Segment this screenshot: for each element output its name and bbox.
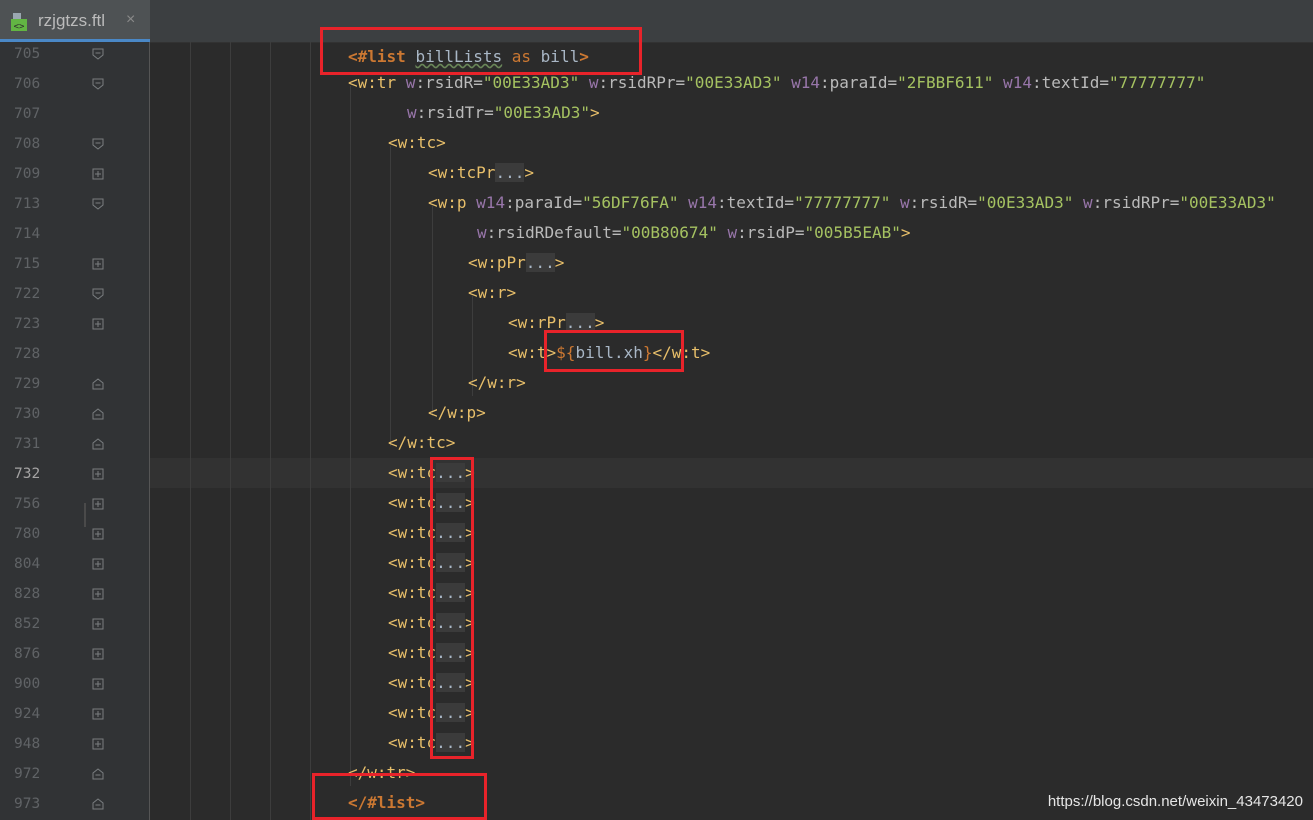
line-number: 852	[14, 616, 41, 632]
highlight-box-bill-xh	[544, 330, 684, 372]
fold-collapse-icon[interactable]	[92, 288, 104, 300]
code-line-729[interactable]: </w:r>	[468, 368, 526, 398]
indent-guide	[310, 42, 311, 820]
line-number: 715	[14, 256, 41, 272]
fold-expand-icon[interactable]	[92, 258, 104, 270]
line-number: 714	[14, 226, 41, 242]
fold-collapse-icon[interactable]	[92, 768, 104, 780]
line-number: 756	[14, 496, 41, 512]
line-number: 706	[14, 76, 41, 92]
line-number: 728	[14, 346, 41, 362]
current-line-highlight	[150, 458, 1313, 488]
code-line-715[interactable]: <w:pPr...>	[468, 248, 564, 278]
line-number: 973	[14, 796, 41, 812]
line-number: 722	[14, 286, 41, 302]
code-line-708[interactable]: <w:tc>	[388, 128, 446, 158]
current-line-marker	[84, 503, 86, 527]
fold-expand-icon[interactable]	[92, 738, 104, 750]
tab-filename: rzjgtzs.ftl	[38, 11, 106, 30]
code-line-722[interactable]: <w:r>	[468, 278, 516, 308]
line-number: 876	[14, 646, 41, 662]
fold-expand-icon[interactable]	[92, 618, 104, 630]
fold-collapse-icon[interactable]	[92, 378, 104, 390]
line-number: 705	[14, 46, 41, 62]
highlight-box-collapsed-cells	[430, 457, 474, 759]
fold-expand-icon[interactable]	[92, 648, 104, 660]
line-number: 732	[14, 466, 41, 482]
code-line-713[interactable]: <w:p w14:paraId="56DF76FA" w14:textId="7…	[428, 188, 1276, 218]
fold-expand-icon[interactable]	[92, 168, 104, 180]
line-number: 707	[14, 106, 41, 122]
line-number-gutter[interactable]: 705 706 707 708 709 713 714 715 722 723 728 729 730 7…	[0, 42, 150, 820]
line-number: 972	[14, 766, 41, 782]
fold-expand-icon[interactable]	[92, 468, 104, 480]
fold-collapse-icon[interactable]	[92, 798, 104, 810]
line-number: 729	[14, 376, 41, 392]
line-number: 709	[14, 166, 41, 182]
line-number: 828	[14, 586, 41, 602]
indent-guide	[390, 146, 391, 446]
fold-expand-icon[interactable]	[92, 528, 104, 540]
indent-guide	[270, 42, 271, 820]
fold-expand-icon[interactable]	[92, 558, 104, 570]
code-line-714[interactable]: w:rsidRDefault="00B80674" w:rsidP="005B5…	[477, 218, 911, 248]
watermark: https://blog.csdn.net/weixin_43473420	[1047, 793, 1303, 810]
fold-collapse-icon[interactable]	[92, 48, 104, 60]
indent-guide	[350, 86, 351, 786]
fold-collapse-icon[interactable]	[92, 78, 104, 90]
fold-expand-icon[interactable]	[92, 588, 104, 600]
code-line-730[interactable]: </w:p>	[428, 398, 486, 428]
line-number: 900	[14, 676, 41, 692]
tab-rzjgtzs-ftl[interactable]: <> rzjgtzs.ftl ×	[0, 0, 150, 42]
editor-tab-bar: <> rzjgtzs.ftl ×	[0, 0, 1313, 43]
line-number: 730	[14, 406, 41, 422]
line-number: 723	[14, 316, 41, 332]
line-number: 780	[14, 526, 41, 542]
fold-collapse-icon[interactable]	[92, 408, 104, 420]
fold-collapse-icon[interactable]	[92, 438, 104, 450]
line-number: 924	[14, 706, 41, 722]
highlight-box-list-open	[320, 27, 642, 75]
highlight-box-list-close	[312, 773, 487, 820]
code-editor[interactable]: <#list billLists as bill> <w:tr w:rsidR=…	[150, 42, 1313, 820]
line-number: 708	[14, 136, 41, 152]
indent-guide	[432, 206, 433, 416]
indent-guide	[230, 42, 231, 820]
ftl-file-icon: <>	[11, 13, 27, 32]
line-number: 948	[14, 736, 41, 752]
close-icon[interactable]: ×	[126, 11, 135, 29]
line-number: 713	[14, 196, 41, 212]
code-line-731[interactable]: </w:tc>	[388, 428, 455, 458]
fold-collapse-icon[interactable]	[92, 198, 104, 210]
line-number: 804	[14, 556, 41, 572]
code-line-709[interactable]: <w:tcPr...>	[428, 158, 534, 188]
fold-expand-icon[interactable]	[92, 498, 104, 510]
line-number: 731	[14, 436, 41, 452]
svg-text:<>: <>	[14, 22, 25, 32]
fold-expand-icon[interactable]	[92, 318, 104, 330]
fold-collapse-icon[interactable]	[92, 138, 104, 150]
fold-expand-icon[interactable]	[92, 678, 104, 690]
indent-guide	[190, 42, 191, 820]
code-line-707[interactable]: w:rsidTr="00E33AD3">	[407, 98, 600, 128]
fold-expand-icon[interactable]	[92, 708, 104, 720]
